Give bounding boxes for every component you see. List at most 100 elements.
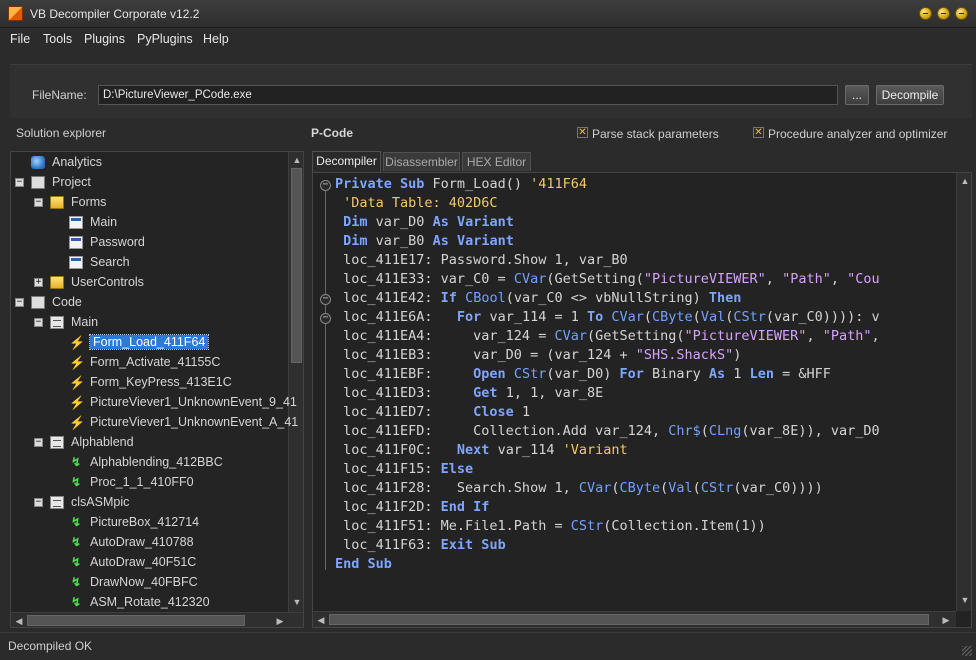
code-string: "Path" xyxy=(782,271,831,287)
tree-item[interactable]: ↯ AutoDraw_410788 xyxy=(11,534,287,552)
tree-hscroll-thumb[interactable] xyxy=(27,615,245,626)
code-function: Chr$ xyxy=(668,423,701,439)
tree-horizontal-scrollbar[interactable]: ◀ ▶ xyxy=(11,612,303,627)
fold-toggle-icon[interactable]: − xyxy=(320,313,331,324)
fold-toggle-icon[interactable]: − xyxy=(320,180,331,191)
tree-item[interactable]: ⚡ Form_Load_411F64 xyxy=(11,334,287,352)
browse-button[interactable]: ... xyxy=(845,85,869,105)
code-function: CVar xyxy=(554,328,587,344)
editor-vertical-scrollbar[interactable]: ▲ ▼ xyxy=(956,173,971,611)
tab-decompiler[interactable]: Decompiler xyxy=(312,151,381,172)
tree-item[interactable]: Analytics xyxy=(11,154,287,172)
editor-hscroll-thumb[interactable] xyxy=(329,614,929,625)
tree-vertical-scrollbar[interactable]: ▲ ▼ xyxy=(288,152,303,612)
code-line: loc_411F2D: End If xyxy=(335,498,489,517)
tree-item[interactable]: − Forms xyxy=(11,194,287,212)
collapse-icon[interactable]: − xyxy=(34,438,43,447)
tree-item-label: AutoDraw_40F51C xyxy=(90,555,197,569)
menu-help[interactable]: Help xyxy=(203,32,229,46)
scroll-right-arrow-icon[interactable]: ▶ xyxy=(273,614,287,627)
code-text: var_D0 xyxy=(375,214,433,230)
tree-item[interactable]: Password xyxy=(11,234,287,252)
code-text: , xyxy=(806,328,823,344)
menu-tools[interactable]: Tools xyxy=(43,32,72,46)
procedure-icon: ↯ xyxy=(70,535,82,549)
tree-item[interactable]: ↯ DrawNow_40FBFC xyxy=(11,574,287,592)
scroll-down-arrow-icon[interactable]: ▼ xyxy=(290,595,303,609)
code-text: loc_411F15: xyxy=(335,461,441,477)
tree-item-label: Project xyxy=(52,175,91,189)
collapse-icon[interactable]: − xyxy=(15,298,24,307)
tab-hex-editor[interactable]: HEX Editor xyxy=(462,152,531,171)
tree-item-label: Form_Activate_41155C xyxy=(90,355,221,369)
procedure-icon: ↯ xyxy=(70,575,82,589)
tree-item[interactable]: − Main xyxy=(11,314,287,332)
tree-vscroll-thumb[interactable] xyxy=(291,168,302,363)
tree-item[interactable]: + UserControls xyxy=(11,274,287,292)
form-icon xyxy=(69,256,83,269)
tree-item[interactable]: ↯ Alphablending_412BBC xyxy=(11,454,287,472)
tree-item[interactable]: ⚡ Form_KeyPress_413E1C xyxy=(11,374,287,392)
fold-toggle-icon[interactable]: − xyxy=(320,294,331,305)
code-function: CStr xyxy=(700,480,734,496)
code-text: = &HFF xyxy=(782,366,831,382)
code-text: Binary xyxy=(652,366,709,382)
scroll-up-arrow-icon[interactable]: ▲ xyxy=(958,174,971,188)
expand-icon[interactable]: + xyxy=(34,278,43,287)
tree-item-label: Search xyxy=(90,255,130,269)
tree-item[interactable]: ⚡ PictureViever1_UnknownEvent_9_41 xyxy=(11,394,297,412)
code-line: loc_411E17: Password.Show 1, var_B0 xyxy=(335,251,627,270)
maximize-button[interactable] xyxy=(937,7,950,20)
scroll-left-arrow-icon[interactable]: ◀ xyxy=(314,613,328,627)
collapse-icon[interactable]: − xyxy=(15,178,24,187)
code-line: loc_411F0C: Next var_114 'Variant xyxy=(335,441,628,460)
tree-item[interactable]: ⚡ PictureViever1_UnknownEvent_A_41 xyxy=(11,414,298,432)
scroll-down-arrow-icon[interactable]: ▼ xyxy=(958,593,971,607)
tree-item[interactable]: Search xyxy=(11,254,287,272)
tree-item[interactable]: − Alphablend xyxy=(11,434,287,452)
parse-stack-checkbox[interactable]: ✕ xyxy=(577,127,588,138)
tab-disassembler[interactable]: Disassembler xyxy=(383,152,460,171)
code-text: (var_C0)))): v xyxy=(765,309,880,325)
code-editor[interactable]: − − − ▲ ▼ ◀ ▶ Private Sub Form_Load() '4… xyxy=(312,172,972,628)
tree-item[interactable]: − Project xyxy=(11,174,287,192)
parse-stack-label: Parse stack parameters xyxy=(592,127,719,141)
code-text: loc_411F2D: xyxy=(335,499,441,515)
tree-item[interactable]: − Code xyxy=(11,294,287,312)
code-text: (var_D0) xyxy=(546,366,620,382)
editor-horizontal-scrollbar[interactable]: ◀ ▶ xyxy=(313,611,956,627)
procedure-analyzer-checkbox[interactable]: ✕ xyxy=(753,127,764,138)
tree-item[interactable]: Main xyxy=(11,214,287,232)
minimize-button[interactable] xyxy=(919,7,932,20)
menu-pyplugins[interactable]: PyPlugins xyxy=(137,32,193,46)
tree-item[interactable]: ↯ PictureBox_412714 xyxy=(11,514,287,532)
tree-item[interactable]: ↯ AutoDraw_40F51C xyxy=(11,554,287,572)
decompile-button[interactable]: Decompile xyxy=(876,85,944,105)
menu-plugins[interactable]: Plugins xyxy=(84,32,125,46)
code-function: Val xyxy=(700,309,726,325)
collapse-icon[interactable]: − xyxy=(34,198,43,207)
tree-item[interactable]: ↯ ASM_Rotate_412320 xyxy=(11,594,287,612)
code-text: ( xyxy=(611,480,620,496)
collapse-icon[interactable]: − xyxy=(34,318,43,327)
close-button[interactable] xyxy=(955,7,968,20)
tree-item[interactable]: ↯ Proc_1_1_410FF0 xyxy=(11,474,287,492)
folder-icon xyxy=(50,196,64,209)
tree-item-label: Main xyxy=(71,315,99,329)
scroll-up-arrow-icon[interactable]: ▲ xyxy=(290,153,303,167)
tree-item[interactable]: ⚡ Form_Activate_41155C xyxy=(11,354,287,372)
analytics-icon xyxy=(31,156,45,169)
code-string: "PictureVIEWER" xyxy=(643,271,766,287)
tree-item-label: Alphablend xyxy=(71,435,134,449)
code-line: loc_411F28: Search.Show 1, CVar(CByte(Va… xyxy=(335,479,823,498)
menu-file[interactable]: File xyxy=(10,32,30,46)
tree-item[interactable]: − clsASMpic xyxy=(11,494,287,512)
collapse-icon[interactable]: − xyxy=(34,498,43,507)
resize-grip-icon[interactable] xyxy=(962,646,972,656)
tree-item-label: Main xyxy=(90,215,118,229)
event-icon: ⚡ xyxy=(69,415,86,430)
scroll-left-arrow-icon[interactable]: ◀ xyxy=(12,614,26,627)
scroll-right-arrow-icon[interactable]: ▶ xyxy=(939,613,953,627)
filename-input[interactable] xyxy=(98,85,838,105)
